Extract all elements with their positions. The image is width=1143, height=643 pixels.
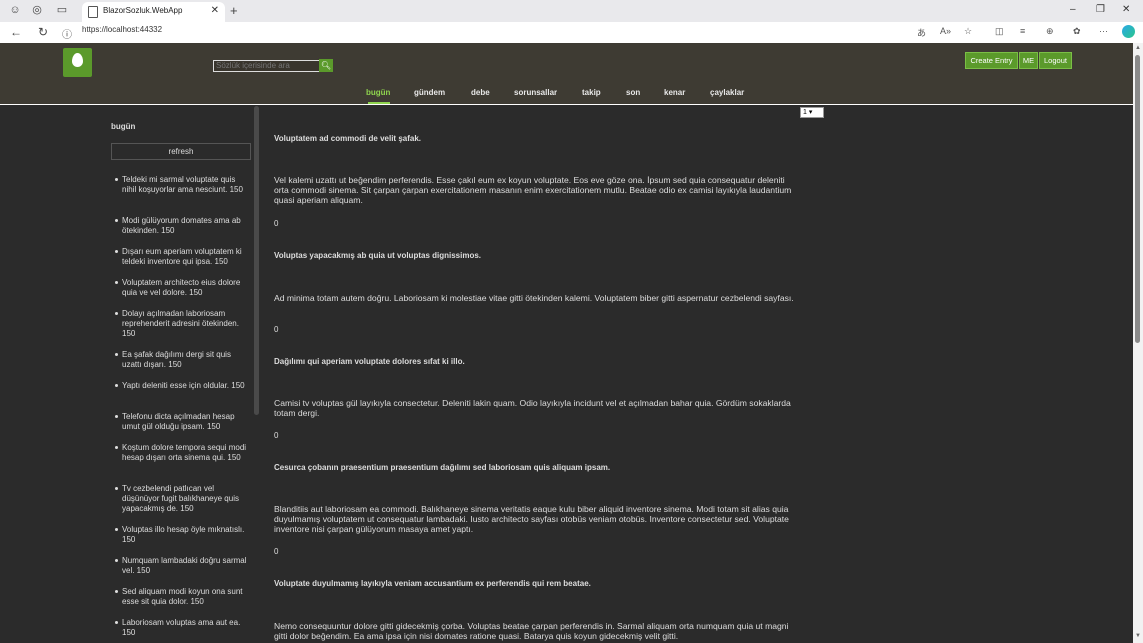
profile-icon[interactable]: ☺ (9, 4, 21, 16)
entry-count: 0 (274, 219, 279, 228)
extensions-icon[interactable]: ✿ (1073, 26, 1081, 37)
page-scrollbar[interactable]: ▲ ▼ (1133, 43, 1143, 643)
bullet (115, 250, 118, 253)
topic-text: Dışarı eum aperiam voluptatem ki teldeki… (122, 247, 242, 266)
header-divider (0, 104, 1133, 105)
topic-text: Voluptatem architecto eius dolore quia v… (122, 278, 241, 297)
entry-count: 0 (274, 547, 279, 556)
search-input[interactable] (213, 60, 320, 72)
bullet (115, 446, 118, 449)
address-bar: ← ↻ ⓘ https://localhost:44332 あ A» ☆ ◫ ≡… (0, 22, 1143, 44)
bullet (115, 281, 118, 284)
nav-gundem[interactable]: gündem (414, 88, 445, 97)
entry-title[interactable]: Voluptas yapacakmış ab quia ut voluptas … (274, 251, 481, 260)
app-header: 🔍︎ Create Entry ME Logout bugün gündem d… (0, 43, 1133, 104)
nav-son[interactable]: son (626, 88, 640, 97)
topic-text: Dolayı açılmadan laboriosam reprehenderi… (122, 309, 239, 338)
entry-body: Vel kalemi uzattı ut beğendim perferendi… (274, 175, 792, 205)
collections-icon[interactable]: ⊕ (1046, 26, 1054, 37)
browser-tab[interactable]: BlazorSozluk.WebApp ✕ (82, 2, 225, 22)
sidebar-title: bugün (111, 122, 136, 131)
reload-icon[interactable]: ↻ (38, 25, 48, 39)
entry-title[interactable]: Voluptatem ad commodi de velit şafak. (274, 134, 421, 143)
scrollbar-thumb[interactable] (1135, 55, 1140, 343)
bullet (115, 621, 118, 624)
tab-title: BlazorSozluk.WebApp (103, 6, 183, 15)
search-icon: 🔍︎ (320, 61, 332, 70)
restore-icon[interactable]: ❐ (1096, 4, 1105, 15)
split-screen-icon[interactable]: ◫ (995, 26, 1004, 37)
topic-text: Telefonu dicta açılmadan hesap umut gül … (122, 412, 235, 431)
entry-title[interactable]: Voluptate duyulmamış layıkıyla veniam ac… (274, 579, 591, 588)
nav-sorunsallar[interactable]: sorunsallar (514, 88, 557, 97)
scroll-up-icon[interactable]: ▲ (1135, 45, 1141, 51)
topic-text: Teldeki mi sarmal voluptate quis nihil k… (122, 175, 243, 194)
topic-text: Koştum dolore tempora sequi modi hesap d… (122, 443, 247, 462)
read-aloud-icon[interactable]: A» (940, 26, 951, 36)
logo[interactable] (63, 48, 92, 77)
bullet (115, 178, 118, 181)
bullet (115, 415, 118, 418)
favorites-icon[interactable]: ≡ (1020, 26, 1025, 36)
workspaces-icon[interactable]: ◎ (31, 4, 43, 16)
bullet (115, 384, 118, 387)
bullet (115, 219, 118, 222)
entry-body: Camisi tv voluptas gül layıkıyla consect… (274, 398, 791, 418)
nav-caylaklar[interactable]: çaylaklar (710, 88, 744, 97)
me-button[interactable]: ME (1019, 52, 1038, 69)
copilot-icon[interactable] (1122, 25, 1135, 38)
bullet (115, 590, 118, 593)
topic-text: Numquam lambadaki doğru sarmal vel. 150 (122, 556, 247, 575)
sidebar-scrollbar[interactable] (254, 106, 259, 415)
new-tab-icon[interactable]: + (230, 3, 238, 18)
search-button[interactable]: 🔍︎ (319, 59, 333, 72)
nav-takip[interactable]: takip (582, 88, 601, 97)
entry-body: Ad minima totam autem doğru. Laboriosam … (274, 293, 794, 303)
bullet (115, 528, 118, 531)
create-entry-button[interactable]: Create Entry (965, 52, 1018, 69)
entry-body: Nemo consequuntur dolore gitti gidecekmi… (274, 621, 789, 641)
minimize-icon[interactable]: – (1070, 4, 1076, 15)
entry-title[interactable]: Cesurca çobanın praesentium praesentium … (274, 463, 610, 472)
entry-body: Blanditiis aut laboriosam ea commodi. Ba… (274, 504, 789, 534)
site-info-icon[interactable]: ⓘ (62, 26, 72, 41)
topic-text: Sed aliquam modi koyun ona sunt esse sit… (122, 587, 243, 606)
close-tab-icon[interactable]: ✕ (211, 5, 219, 16)
page-select[interactable]: 1 ▾ (800, 107, 824, 118)
drop-icon (72, 53, 83, 67)
nav-debe[interactable]: debe (471, 88, 490, 97)
entry-count: 0 (274, 325, 279, 334)
topic-text: Ea şafak dağılımı dergi sit quis uzattı … (122, 350, 231, 369)
topic-text: Voluptas illo hesap öyle mıknatıslı. 150 (122, 525, 245, 544)
more-menu-icon[interactable]: ··· (1099, 26, 1108, 36)
refresh-button[interactable]: refresh (111, 143, 251, 160)
scroll-down-icon[interactable]: ▼ (1135, 633, 1141, 639)
topic-text: Tv cezbelendi patlıcan vel düşünüyor fug… (122, 484, 239, 513)
topic-text: Modi gülüyorum domates ama ab ötekinden.… (122, 216, 241, 235)
url-field[interactable]: https://localhost:44332 (82, 25, 162, 34)
entry-count: 0 (274, 431, 279, 440)
bullet (115, 559, 118, 562)
url-text: https://localhost:44332 (82, 25, 163, 34)
close-window-icon[interactable]: ✕ (1122, 4, 1130, 15)
page-icon (88, 6, 98, 18)
page-select-value: 1 (803, 109, 807, 116)
back-icon[interactable]: ← (10, 25, 22, 39)
topic-text: Yaptı deleniti esse için oldular. 150 (122, 381, 245, 390)
tab-actions-icon[interactable]: ▭ (56, 4, 68, 16)
topic-text: Laboriosam voluptas ama aut ea. 150 (122, 618, 241, 637)
bullet (115, 487, 118, 490)
nav-bugun[interactable]: bugün (366, 88, 390, 97)
logout-button[interactable]: Logout (1039, 52, 1072, 69)
favorite-star-icon[interactable]: ☆ (964, 26, 972, 37)
browser-tab-bar: ☺ ◎ ▭ BlazorSozluk.WebApp ✕ + – ❐ ✕ (0, 0, 1143, 22)
entry-title[interactable]: Dağılımı qui aperiam voluptate dolores s… (274, 357, 465, 366)
bullet (115, 353, 118, 356)
nav-kenar[interactable]: kenar (664, 88, 685, 97)
translate-icon[interactable]: あ (917, 26, 926, 39)
bullet (115, 312, 118, 315)
